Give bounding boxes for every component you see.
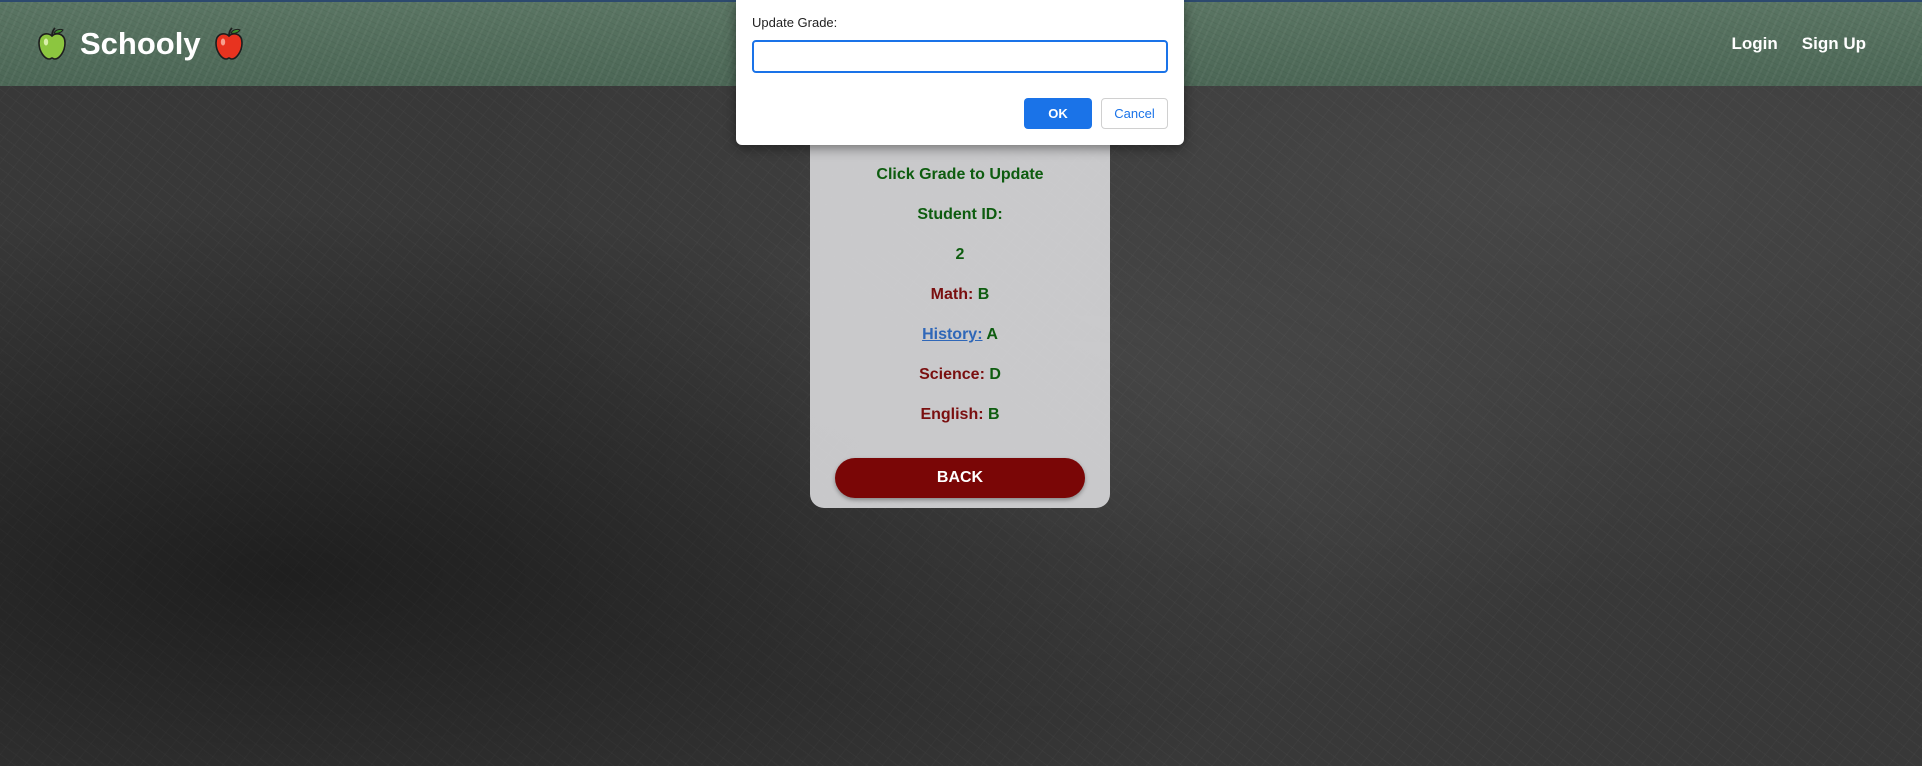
nav-links: Login Sign Up [1732, 34, 1866, 54]
grade-value-math[interactable]: B [978, 286, 990, 303]
student-card: Zion Gomez Click Grade to Update Student… [810, 113, 1110, 508]
grade-row-english: English: B [810, 406, 1110, 424]
ok-button[interactable]: OK [1024, 98, 1092, 129]
subject-label-english[interactable]: English: [920, 406, 983, 423]
grade-row-science: Science: D [810, 366, 1110, 384]
subject-label-math[interactable]: Math: [931, 286, 974, 303]
green-apple-icon [38, 27, 66, 60]
subject-label-science[interactable]: Science: [919, 366, 985, 383]
login-link[interactable]: Login [1732, 34, 1778, 54]
student-id-value: 2 [955, 246, 965, 263]
student-id-label: Student ID: [917, 206, 1003, 223]
grade-value-english[interactable]: B [988, 406, 1000, 423]
update-instruction: Click Grade to Update [876, 166, 1044, 183]
brand-link[interactable]: Schooly [36, 24, 245, 64]
cancel-button[interactable]: Cancel [1101, 98, 1168, 129]
update-grade-dialog: Update Grade: OK Cancel [736, 0, 1184, 145]
brand-name: Schooly [80, 26, 201, 61]
grade-row-math: Math: B [810, 286, 1110, 304]
grade-input[interactable] [752, 40, 1168, 73]
grade-value-science[interactable]: D [989, 366, 1001, 383]
signup-link[interactable]: Sign Up [1802, 34, 1866, 54]
grade-value-history[interactable]: A [986, 326, 998, 343]
red-apple-icon [214, 27, 243, 60]
back-button[interactable]: BACK [835, 458, 1085, 498]
grade-row-history: History: A [810, 326, 1110, 344]
dialog-label: Update Grade: [752, 15, 838, 30]
subject-label-history[interactable]: History: [922, 326, 982, 343]
